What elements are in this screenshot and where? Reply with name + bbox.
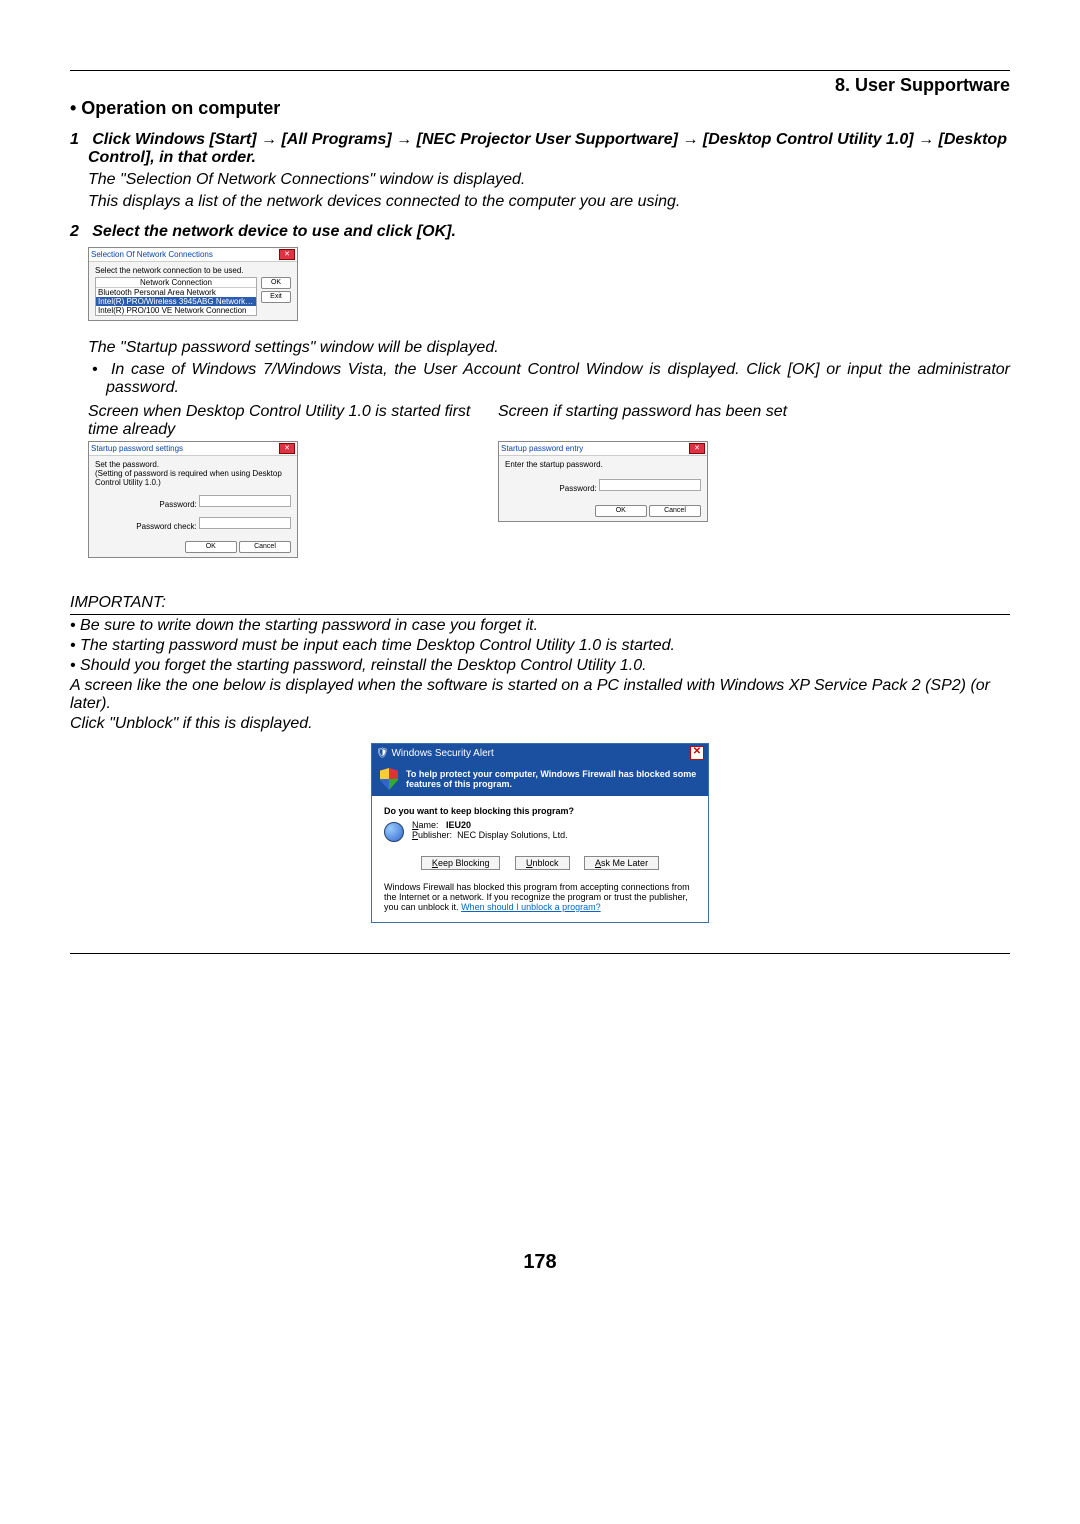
dialog-titlebar: 🛡 Windows Security Alert ✕ <box>372 744 708 762</box>
cancel-button[interactable]: Cancel <box>239 541 291 553</box>
important-heading: IMPORTANT: <box>70 594 1010 612</box>
arrow-icon: → <box>261 131 281 148</box>
dialog-network-selection: Selection Of Network Connections ✕ Selec… <box>88 247 298 321</box>
column-header: Network Connection <box>96 278 256 288</box>
rule-top <box>70 70 1010 71</box>
dialog-line: (Setting of password is required when us… <box>95 469 291 487</box>
publisher-value: NEC Display Solutions, Ltd. <box>457 830 568 840</box>
important-item: • The starting password must be input ea… <box>82 637 1010 655</box>
note-uac: • In case of Windows 7/Windows Vista, th… <box>106 361 1010 397</box>
list-item[interactable]: Bluetooth Personal Area Network <box>96 288 256 297</box>
dialog-titlebar: Selection Of Network Connections ✕ <box>89 248 297 262</box>
unblock-button[interactable]: Unblock <box>515 856 570 870</box>
dialog-prompt: Select the network connection to be used… <box>95 266 291 275</box>
close-icon[interactable]: ✕ <box>279 443 295 454</box>
step-number: 1 <box>70 131 79 148</box>
dialog-titlebar: Startup password entry ✕ <box>499 442 707 456</box>
rule <box>70 614 1010 615</box>
dialog-title: Startup password entry <box>501 444 583 453</box>
important-text: Should you forget the starting password,… <box>80 657 647 674</box>
password-input[interactable] <box>599 479 701 491</box>
dialog-security-alert: 🛡 Windows Security Alert ✕ To help prote… <box>371 743 709 923</box>
password-check-input[interactable] <box>199 517 291 529</box>
alert-question: Do you want to keep blocking this progra… <box>372 796 708 820</box>
alert-banner: To help protect your computer, Windows F… <box>372 762 708 796</box>
step-1-b: [All Programs] <box>281 131 391 148</box>
note-uac-text: In case of Windows 7/Windows Vista, the … <box>106 361 1010 396</box>
document-page: 8. User Supportware • Operation on compu… <box>0 0 1080 1524</box>
important-text: Be sure to write down the starting passw… <box>80 617 538 634</box>
alert-link[interactable]: When should I unblock a program? <box>461 902 601 912</box>
password-check-label: Password check: <box>136 522 196 531</box>
list-item[interactable]: Intel(R) PRO/Wireless 3945ABG Network… <box>96 297 256 306</box>
alert-banner-text: To help protect your computer, Windows F… <box>406 769 700 789</box>
step-2: 2 Select the network device to use and c… <box>88 223 1010 241</box>
step-1-note-2: This displays a list of the network devi… <box>88 193 1010 211</box>
caption-already-set: Screen if starting password has been set <box>498 403 918 439</box>
step-1-c: [NEC Projector User Supportware] <box>417 131 678 148</box>
globe-icon <box>384 822 404 842</box>
important-item: • Should you forget the starting passwor… <box>82 657 1010 675</box>
arrow-icon: → <box>682 131 702 148</box>
close-icon[interactable]: ✕ <box>689 443 705 454</box>
ask-later-button[interactable]: Ask Me Later <box>584 856 659 870</box>
ok-button[interactable]: OK <box>185 541 237 553</box>
step-2-text: Select the network device to use and cli… <box>92 223 456 240</box>
ok-button[interactable]: OK <box>595 505 647 517</box>
step-1-d: [Desktop Control Utility 1.0] <box>703 131 914 148</box>
dialog-title: Windows Security Alert <box>391 748 493 759</box>
keep-blocking-button[interactable]: Keep Blocking <box>421 856 501 870</box>
sp2-paragraph: A screen like the one below is displayed… <box>70 677 1010 713</box>
step-1-a: Click Windows [Start] <box>92 131 256 148</box>
dialog-line: Set the password. <box>95 460 291 469</box>
dialog-prompt: Enter the startup password. <box>505 460 701 469</box>
password-label: Password: <box>559 484 596 493</box>
close-icon[interactable]: ✕ <box>690 746 704 760</box>
dialog-title: Selection Of Network Connections <box>91 250 213 259</box>
password-label: Password: <box>159 500 196 509</box>
caption-row: Screen when Desktop Control Utility 1.0 … <box>88 403 1010 439</box>
important-item: • Be sure to write down the starting pas… <box>82 617 1010 635</box>
step-number: 2 <box>70 223 79 240</box>
list-item[interactable]: Intel(R) PRO/100 VE Network Connection <box>96 306 256 315</box>
arrow-icon: → <box>918 131 938 148</box>
unblock-line: Click "Unblock" if this is displayed. <box>70 715 1010 733</box>
dialog-titlebar: Startup password settings ✕ <box>89 442 297 456</box>
page-number: 178 <box>0 1251 1080 1274</box>
section-title: • Operation on computer <box>70 98 1010 119</box>
arrow-icon: → <box>396 131 416 148</box>
close-icon[interactable]: ✕ <box>279 249 295 260</box>
step-1-note-1: The "Selection Of Network Connections" w… <box>88 171 1010 189</box>
ok-button[interactable]: OK <box>261 277 291 289</box>
step-2-after: The "Startup password settings" window w… <box>88 339 1010 357</box>
password-input[interactable] <box>199 495 291 507</box>
dialog-password-entry: Startup password entry ✕ Enter the start… <box>498 441 708 522</box>
exit-button[interactable]: Exit <box>261 291 291 303</box>
alert-footer: Windows Firewall has blocked this progra… <box>372 878 708 922</box>
chapter-title: 8. User Supportware <box>70 75 1010 96</box>
step-1: 1 Click Windows [Start] → [All Programs]… <box>88 131 1010 167</box>
cancel-button[interactable]: Cancel <box>649 505 701 517</box>
rule-bottom <box>70 953 1010 954</box>
dialog-password-settings: Startup password settings ✕ Set the pass… <box>88 441 298 558</box>
important-text: The starting password must be input each… <box>80 637 675 654</box>
program-name: IEU20 <box>446 820 471 830</box>
shield-icon <box>380 768 398 790</box>
dialog-title: Startup password settings <box>91 444 183 453</box>
alert-program-info: Name: IEU20 Publisher: NEC Display Solut… <box>372 820 708 850</box>
caption-first-time: Screen when Desktop Control Utility 1.0 … <box>88 403 498 439</box>
